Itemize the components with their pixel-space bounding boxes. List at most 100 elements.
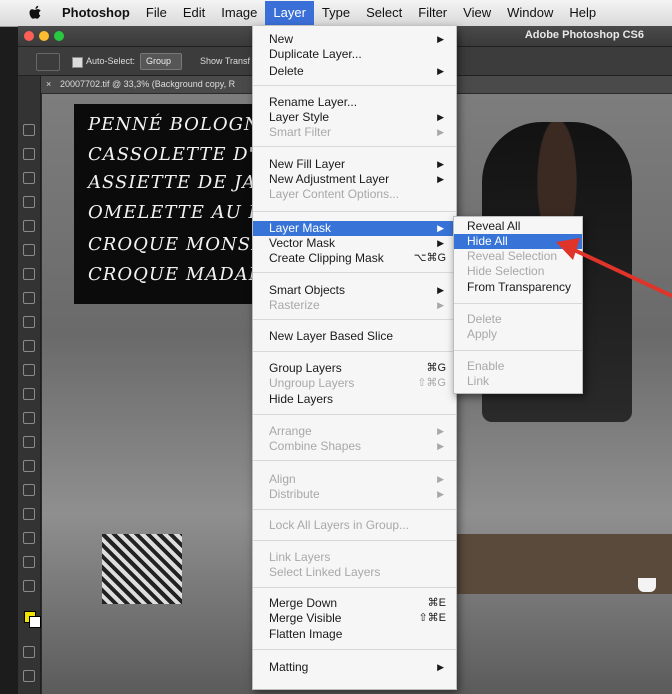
menu-window[interactable]: Window — [499, 1, 561, 25]
blur-tool-icon[interactable] — [23, 412, 35, 424]
layer-menu-delete[interactable]: Delete ▶ — [253, 64, 456, 79]
menu-separator — [253, 460, 456, 461]
crop-tool-icon[interactable] — [23, 220, 35, 232]
layer-menu-distribute[interactable]: Distribute ▶ — [253, 487, 456, 502]
shape-tool-icon[interactable] — [23, 532, 35, 544]
zoom-window-icon[interactable] — [54, 31, 64, 41]
move-tool-icon[interactable] — [23, 124, 35, 136]
layer-mask-reveal-selection[interactable]: Reveal Selection — [454, 249, 582, 264]
chalkboard-line: ASSIETTE DE JAM — [88, 172, 276, 193]
tools-panel — [18, 76, 41, 694]
submenu-arrow-icon: ▶ — [437, 238, 444, 248]
layer-mask-from-transparency[interactable]: From Transparency — [454, 280, 582, 295]
zoom-tool-icon[interactable] — [23, 580, 35, 592]
layer-menu-vector-mask[interactable]: Vector Mask ▶ — [253, 236, 456, 251]
screen-mode-icon[interactable] — [23, 670, 35, 682]
coffee-cup — [638, 578, 656, 592]
layer-mask-enable[interactable]: Enable — [454, 359, 582, 374]
menu-separator — [253, 540, 456, 541]
submenu-arrow-icon: ▶ — [437, 66, 444, 76]
submenu-arrow-icon: ▶ — [437, 441, 444, 451]
menu-help[interactable]: Help — [561, 1, 604, 25]
layer-menu-hide-layers[interactable]: Hide Layers — [253, 392, 456, 407]
menu-filter[interactable]: Filter — [410, 1, 455, 25]
auto-select-checkbox[interactable] — [72, 57, 83, 68]
layer-menu-merge-visible[interactable]: Merge Visible ⇧⌘E — [253, 611, 456, 626]
move-tool-preset-icon[interactable] — [36, 53, 60, 71]
type-tool-icon[interactable] — [23, 484, 35, 496]
layer-menu-combine-shapes[interactable]: Combine Shapes ▶ — [253, 439, 456, 454]
menu-file[interactable]: File — [138, 1, 175, 25]
chalkboard-line: OMELETTE AU FR — [88, 202, 277, 223]
dodge-tool-icon[interactable] — [23, 436, 35, 448]
layer-menu-duplicate-layer[interactable]: Duplicate Layer... — [253, 47, 456, 62]
layer-menu-merge-down[interactable]: Merge Down ⌘E — [253, 596, 456, 611]
pen-tool-icon[interactable] — [23, 460, 35, 472]
menu-type[interactable]: Type — [314, 1, 358, 25]
gradient-tool-icon[interactable] — [23, 388, 35, 400]
show-transform-label[interactable]: Show Transf — [200, 56, 250, 66]
layer-menu-matting[interactable]: Matting ▶ — [253, 660, 456, 675]
clone-stamp-tool-icon[interactable] — [23, 316, 35, 328]
healing-brush-tool-icon[interactable] — [23, 268, 35, 280]
history-brush-tool-icon[interactable] — [23, 340, 35, 352]
layer-mask-link[interactable]: Link — [454, 374, 582, 389]
layer-menu-lock-all-layers[interactable]: Lock All Layers in Group... — [253, 518, 456, 533]
submenu-arrow-icon: ▶ — [437, 34, 444, 44]
menu-image[interactable]: Image — [213, 1, 265, 25]
menu-edit[interactable]: Edit — [175, 1, 213, 25]
menu-separator — [253, 319, 456, 320]
layer-menu-align[interactable]: Align ▶ — [253, 472, 456, 487]
layer-menu-layer-mask[interactable]: Layer Mask ▶ — [253, 221, 456, 236]
layer-mask-reveal-all[interactable]: Reveal All — [454, 219, 582, 234]
layer-menu-ungroup-layers[interactable]: Ungroup Layers ⇧⌘G — [253, 376, 456, 391]
layer-menu-smart-objects[interactable]: Smart Objects ▶ — [253, 283, 456, 298]
layer-menu-layer-content-options[interactable]: Layer Content Options... — [253, 187, 456, 202]
menu-layer[interactable]: Layer — [265, 1, 314, 25]
layer-menu-new[interactable]: New ▶ — [253, 32, 456, 47]
hand-tool-icon[interactable] — [23, 556, 35, 568]
submenu-arrow-icon: ▶ — [437, 174, 444, 184]
brush-tool-icon[interactable] — [23, 292, 35, 304]
apple-icon[interactable] — [26, 3, 46, 23]
quick-selection-tool-icon[interactable] — [23, 196, 35, 208]
menu-photoshop[interactable]: Photoshop — [54, 1, 138, 25]
layer-menu-new-adjustment-layer[interactable]: New Adjustment Layer ▶ — [253, 172, 456, 187]
layer-menu-create-clipping-mask[interactable]: Create Clipping Mask ⌥⌘G — [253, 251, 456, 266]
path-selection-tool-icon[interactable] — [23, 508, 35, 520]
menu-separator — [253, 272, 456, 273]
layer-menu-arrange[interactable]: Arrange ▶ — [253, 424, 456, 439]
layer-menu-smart-filter[interactable]: Smart Filter ▶ — [253, 125, 456, 140]
layer-menu-rename-layer[interactable]: Rename Layer... — [253, 95, 456, 110]
auto-select-label: Auto-Select: — [86, 56, 136, 66]
layer-mask-apply[interactable]: Apply — [454, 327, 582, 342]
close-tab-icon[interactable]: × — [46, 76, 51, 93]
submenu-arrow-icon: ▶ — [437, 112, 444, 122]
eraser-tool-icon[interactable] — [23, 364, 35, 376]
layer-mask-delete[interactable]: Delete — [454, 312, 582, 327]
layer-menu-new-layer-based-slice[interactable]: New Layer Based Slice — [253, 329, 456, 344]
layer-mask-hide-all[interactable]: Hide All — [454, 234, 582, 249]
menu-select[interactable]: Select — [358, 1, 410, 25]
close-window-icon[interactable] — [24, 31, 34, 41]
minimize-window-icon[interactable] — [39, 31, 49, 41]
menu-separator — [253, 146, 456, 147]
layer-menu-flatten-image[interactable]: Flatten Image — [253, 627, 456, 642]
shortcut-label: ⇧⌘E — [418, 612, 446, 624]
menu-view[interactable]: View — [455, 1, 499, 25]
menu-separator — [253, 649, 456, 650]
layer-mask-hide-selection[interactable]: Hide Selection — [454, 264, 582, 279]
marquee-tool-icon[interactable] — [23, 148, 35, 160]
layer-menu-rasterize[interactable]: Rasterize ▶ — [253, 298, 456, 313]
layer-menu-link-layers[interactable]: Link Layers — [253, 550, 456, 565]
auto-select-target-dropdown[interactable]: Group — [140, 53, 182, 70]
background-color-swatch[interactable] — [29, 616, 41, 628]
app-version-title: Adobe Photoshop CS6 — [524, 29, 644, 41]
layer-menu-layer-style[interactable]: Layer Style ▶ — [253, 110, 456, 125]
layer-menu-new-fill-layer[interactable]: New Fill Layer ▶ — [253, 157, 456, 172]
layer-menu-select-linked-layers[interactable]: Select Linked Layers — [253, 565, 456, 580]
lasso-tool-icon[interactable] — [23, 172, 35, 184]
layer-menu-group-layers[interactable]: Group Layers ⌘G — [253, 361, 456, 376]
quick-mask-icon[interactable] — [23, 646, 35, 658]
eyedropper-tool-icon[interactable] — [23, 244, 35, 256]
